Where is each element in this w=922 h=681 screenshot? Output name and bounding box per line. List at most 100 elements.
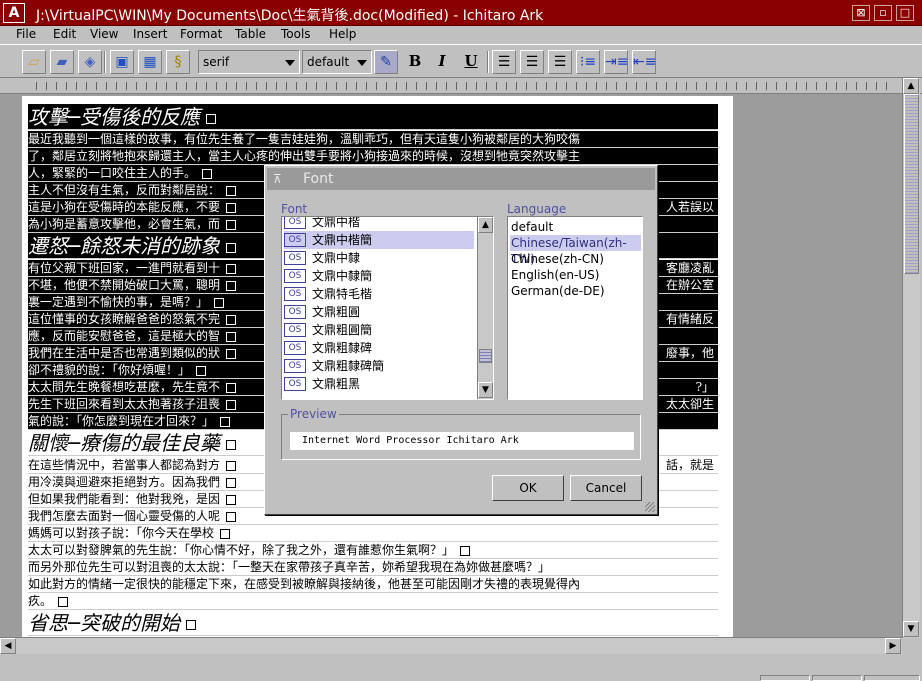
line-text: 如此對方的情緒一定很快的能穩定下來，在感受到被瞭解與接納後，他甚至可能因剛才失禮…: [28, 577, 581, 591]
font-listbox[interactable]: OS 文鼎粗黑 OS 文鼎粗隸碑簡 OS 文鼎粗隸碑 OS 文鼎粗圓簡 OS 文鼎粗圓 OS 文鼎特毛…: [281, 216, 494, 400]
font-dialog: ⊼ Font Font OS 文鼎粗黑 OS 文鼎粗隸碑簡 OS 文鼎粗隸碑 OS 文鼎粗圓簡…: [264, 165, 658, 515]
paragraph-mark-icon: [226, 185, 237, 196]
line-text: 媽媽可以對孩子說：「你今天在學校: [28, 526, 215, 540]
font-name: 文鼎中隸: [312, 251, 361, 265]
font-dialog-button[interactable]: ✎: [374, 50, 398, 74]
line-text: 而另外那位先生可以對沮喪的太太說：「一整天在家帶孩子真辛苦，妳希望我現在為妳做甚…: [28, 560, 551, 574]
app-logo-icon: A: [3, 3, 25, 23]
indent-button[interactable]: ⇥≡: [604, 50, 628, 74]
dialog-title-bar[interactable]: ⊼ Font: [267, 168, 655, 190]
document-line: 最近我聽到一個這樣的故事，有位先生養了一隻吉娃娃狗，溫馴乖巧，但有天這隻小狗被鄰…: [28, 131, 718, 148]
menu-bar: File Edit View Insert Format Table Tools…: [0, 26, 922, 44]
menu-tools[interactable]: Tools: [281, 27, 311, 41]
dialog-title: Font: [303, 171, 334, 187]
insert-link-button[interactable]: §: [166, 50, 190, 74]
align-left-button[interactable]: ☰: [492, 50, 516, 74]
menu-format[interactable]: Format: [180, 27, 222, 41]
os-font-icon: OS: [284, 341, 306, 355]
menu-table[interactable]: Table: [235, 27, 266, 41]
line-text-right: 廢事，他: [665, 346, 714, 360]
language-list-item[interactable]: default: [510, 219, 641, 235]
vertical-scrollbar[interactable]: ▲ ▼: [902, 78, 920, 638]
bold-button[interactable]: B: [403, 50, 427, 74]
underline-button[interactable]: U: [459, 50, 483, 74]
paragraph-mark-icon: [226, 460, 237, 471]
scroll-left-icon[interactable]: ◀: [0, 638, 16, 654]
font-list-scrollbar[interactable]: ▲ ▼: [477, 217, 493, 399]
line-text: 但如果我們能看到：他對我兇，是因: [28, 492, 221, 506]
save-button[interactable]: ◈: [78, 50, 102, 74]
chevron-down-icon: [285, 60, 295, 66]
font-list-item[interactable]: OS 文鼎粗圓: [284, 303, 474, 321]
vertical-scroll-thumb[interactable]: [904, 94, 919, 274]
menu-help[interactable]: Help: [329, 27, 356, 41]
align-center-icon: ☰: [525, 54, 539, 70]
font-family-select[interactable]: serif: [198, 50, 300, 74]
open-button[interactable]: ▰: [50, 50, 74, 74]
scroll-up-icon[interactable]: ▲: [903, 78, 919, 94]
paragraph-mark-icon: [206, 113, 217, 124]
line-text: 最近我聽到一個這樣的故事，有位先生養了一隻吉娃娃狗，溫馴乖巧，但有天這隻小狗被鄰…: [28, 132, 581, 146]
table-icon: ▦: [143, 54, 157, 70]
outdent-button[interactable]: ⇤≡: [632, 50, 656, 74]
paragraph-mark-icon: [220, 528, 231, 539]
font-list-item[interactable]: OS 文鼎中楷簡: [284, 231, 474, 249]
font-name: 文鼎中楷: [312, 216, 361, 229]
language-list-item[interactable]: German(de-DE): [510, 283, 641, 299]
language-list-item[interactable]: English(en-US): [510, 267, 641, 283]
preview-text: Internet Word Processor Ichitaro Ark: [290, 432, 634, 450]
align-center-button[interactable]: ☰: [520, 50, 544, 74]
language-list-item[interactable]: Chinese/Taiwan(zh-TW): [510, 235, 641, 266]
dialog-menu-icon[interactable]: ⊼: [273, 172, 287, 186]
line-text: 我們怎麼去面對一個心靈受傷的人呢: [28, 509, 221, 523]
menu-file[interactable]: File: [16, 27, 36, 41]
window-shade-button[interactable]: ⊠: [852, 5, 870, 21]
line-text-right: 太太卻生: [665, 397, 714, 411]
font-list-item[interactable]: OS 文鼎粗隸碑: [284, 339, 474, 357]
new-document-button[interactable]: ▱: [22, 50, 46, 74]
insert-table-button[interactable]: ▦: [138, 50, 162, 74]
window-minimize-button[interactable]: ▫: [874, 5, 892, 21]
language-label: Language: [507, 202, 567, 216]
paragraph-mark-icon: [226, 314, 237, 325]
scroll-down-icon[interactable]: ▼: [478, 382, 493, 398]
line-text: 為小狗是蓄意攻擊他，必會生氣，而: [28, 217, 221, 231]
scroll-down-icon[interactable]: ▼: [903, 621, 919, 637]
cancel-button[interactable]: Cancel: [570, 475, 642, 501]
menu-insert[interactable]: Insert: [133, 27, 167, 41]
menu-edit[interactable]: Edit: [53, 27, 76, 41]
line-text-right: 在辦公室: [665, 278, 714, 292]
resize-grip[interactable]: [645, 502, 655, 512]
line-text: 先生下班回來看到太太抱著孩子沮喪: [28, 397, 221, 411]
font-list-item[interactable]: OS 文鼎中楷: [284, 216, 474, 231]
align-right-button[interactable]: ☰: [548, 50, 572, 74]
brush-icon: ✎: [380, 54, 392, 70]
paragraph-mark-icon: [196, 365, 207, 376]
language-list-item[interactable]: Chinese(zh-CN): [510, 251, 641, 267]
font-list-item[interactable]: OS 文鼎粗黑: [284, 375, 474, 393]
window-maximize-button[interactable]: □: [896, 5, 914, 21]
horizontal-scrollbar[interactable]: ◀ ▶: [0, 637, 902, 654]
paragraph-mark-icon: [226, 348, 237, 359]
italic-button[interactable]: I: [430, 50, 454, 74]
ok-button[interactable]: OK: [492, 475, 564, 501]
scroll-right-icon[interactable]: ▶: [885, 638, 901, 654]
paragraph-mark-icon: [220, 416, 231, 427]
font-size-select[interactable]: default: [302, 50, 372, 74]
font-list-scroll-thumb[interactable]: [479, 349, 492, 363]
line-text: 太太可以對發脾氣的先生說：「你心情不好，除了我之外，還有誰惹你生氣啊？」: [28, 543, 455, 557]
scroll-up-icon[interactable]: ▲: [478, 217, 493, 233]
language-listbox[interactable]: default Chinese/Taiwan(zh-TW) Chinese(zh-C…: [507, 216, 643, 400]
menu-view[interactable]: View: [90, 27, 118, 41]
font-list-item[interactable]: OS 文鼎粗隸碑簡: [284, 357, 474, 375]
insert-image-button[interactable]: ▣: [110, 50, 134, 74]
document-line: 疚。: [28, 593, 718, 610]
bullet-list-button[interactable]: ⁝≡: [576, 50, 600, 74]
font-list-item[interactable]: OS 文鼎中隸: [284, 249, 474, 267]
line-text: 人，緊緊的一口咬住主人的手。: [28, 166, 197, 180]
font-list-item[interactable]: OS 文鼎特毛楷: [284, 285, 474, 303]
font-family-value: serif: [203, 55, 230, 69]
ruler[interactable]: [0, 78, 922, 94]
font-list-item[interactable]: OS 文鼎粗圓簡: [284, 321, 474, 339]
font-list-item[interactable]: OS 文鼎中隸簡: [284, 267, 474, 285]
